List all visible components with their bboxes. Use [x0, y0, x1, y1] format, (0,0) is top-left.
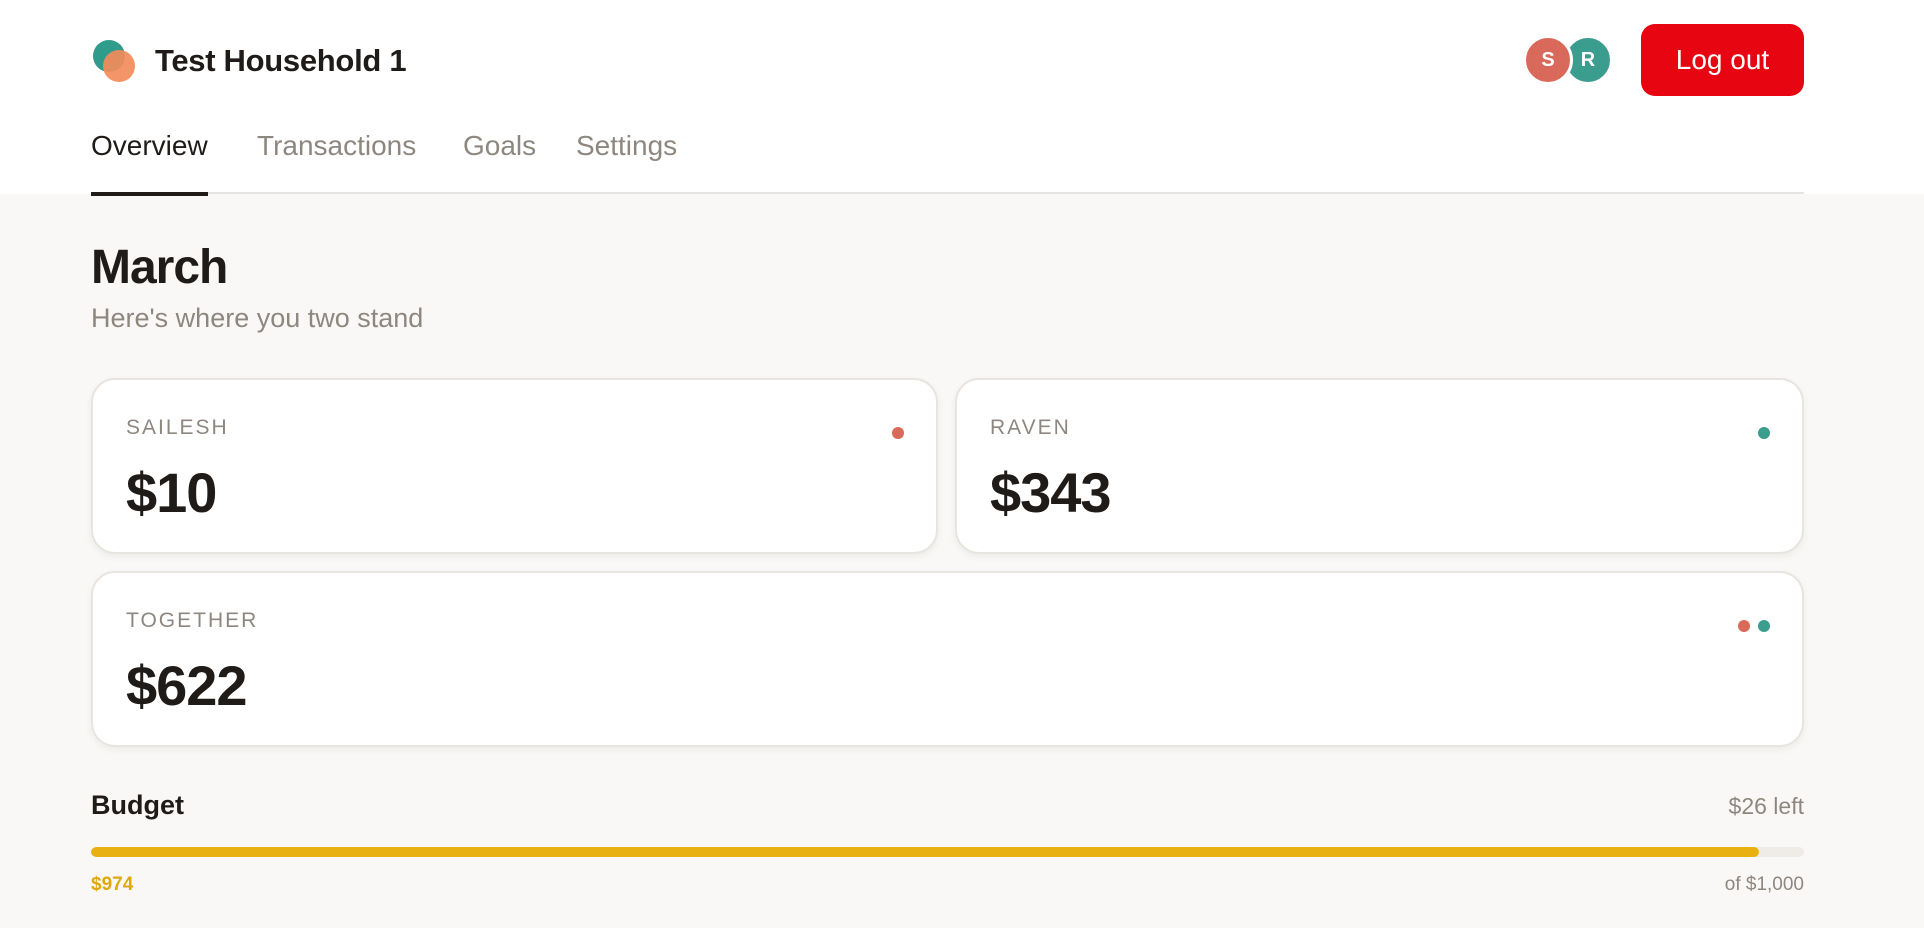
sailesh-dot-icon — [1738, 620, 1750, 632]
header-actions: S R Log out — [1523, 24, 1804, 96]
card-indicators — [1738, 620, 1770, 632]
nav-tabs: Overview Transactions Goals Settings — [91, 124, 1804, 196]
tab-settings[interactable]: Settings — [576, 130, 677, 194]
card-indicators — [1758, 427, 1770, 439]
budget-title: Budget — [91, 790, 184, 820]
card-indicators — [892, 427, 904, 439]
budget-progress-fill — [91, 847, 1760, 857]
card-label: RAVEN — [990, 416, 1071, 439]
avatar-sailesh[interactable]: S — [1523, 35, 1573, 85]
raven-dot-icon — [1758, 620, 1770, 632]
household-name: Test Household 1 — [155, 43, 407, 78]
card-label: TOGETHER — [126, 609, 259, 632]
tab-transactions[interactable]: Transactions — [257, 130, 416, 194]
page-subtitle: Here's where you two stand — [91, 303, 424, 333]
app-header: Test Household 1 S R Log out — [91, 0, 1804, 120]
balance-card-raven[interactable]: RAVEN $343 — [955, 378, 1804, 554]
sailesh-dot-icon — [892, 427, 904, 439]
brand: Test Household 1 — [91, 38, 407, 84]
budget-progress-bar — [91, 847, 1804, 857]
balance-card-together[interactable]: TOGETHER $622 — [91, 571, 1804, 747]
card-amount: $10 — [126, 461, 217, 524]
tab-goals[interactable]: Goals — [463, 130, 536, 194]
tab-overview[interactable]: Overview — [91, 130, 208, 196]
raven-dot-icon — [1758, 427, 1770, 439]
member-avatars: S R — [1523, 35, 1613, 85]
card-amount: $343 — [990, 461, 1112, 524]
top-panel: Test Household 1 S R Log out Overview Tr… — [0, 0, 1924, 196]
card-amount: $622 — [126, 654, 248, 717]
budget-section: Budget $26 left $974 of $1,000 — [91, 790, 1804, 900]
card-label: SAILESH — [126, 416, 229, 439]
balance-card-sailesh[interactable]: SAILESH $10 — [91, 378, 938, 554]
page-title: March — [91, 241, 228, 294]
budget-spent: $974 — [91, 874, 134, 895]
logout-button[interactable]: Log out — [1641, 24, 1804, 96]
page-heading: March Here's where you two stand — [91, 240, 1804, 334]
household-logo-icon — [91, 38, 137, 84]
budget-remaining: $26 left — [1728, 793, 1804, 819]
budget-total: of $1,000 — [1724, 874, 1804, 895]
